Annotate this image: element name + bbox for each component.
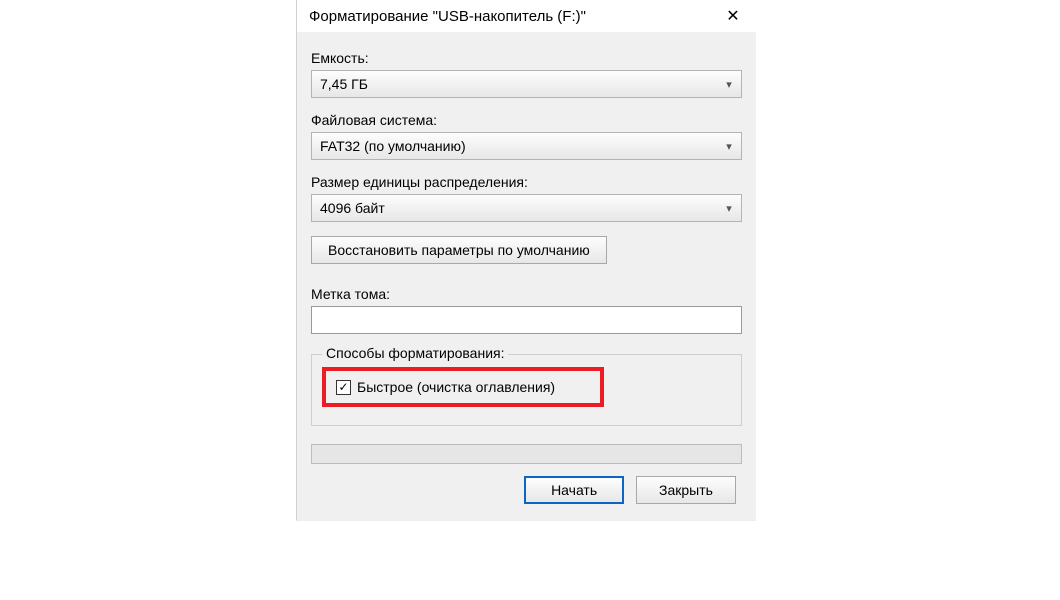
capacity-dropdown[interactable]: 7,45 ГБ ▾ [311, 70, 742, 98]
dialog-title: Форматирование "USB-накопитель (F:)" [309, 8, 710, 25]
allocation-dropdown[interactable]: 4096 байт ▾ [311, 194, 742, 222]
allocation-label: Размер единицы распределения: [311, 174, 742, 190]
capacity-value: 7,45 ГБ [312, 76, 717, 92]
close-icon[interactable]: ✕ [710, 0, 756, 32]
format-options-legend: Способы форматирования: [322, 345, 508, 361]
filesystem-dropdown[interactable]: FAT32 (по умолчанию) ▾ [311, 132, 742, 160]
capacity-label: Емкость: [311, 50, 742, 66]
restore-defaults-button[interactable]: Восстановить параметры по умолчанию [311, 236, 607, 264]
quick-format-label: Быстрое (очистка оглавления) [357, 379, 555, 395]
filesystem-label: Файловая система: [311, 112, 742, 128]
format-dialog: Форматирование "USB-накопитель (F:)" ✕ Е… [296, 0, 756, 521]
volume-label-input[interactable] [311, 306, 742, 334]
close-button[interactable]: Закрыть [636, 476, 736, 504]
chevron-down-icon: ▾ [717, 140, 741, 153]
filesystem-value: FAT32 (по умолчанию) [312, 138, 717, 154]
format-options-group: Способы форматирования: ✓ Быстрое (очист… [311, 354, 742, 426]
highlight-box: ✓ Быстрое (очистка оглавления) [322, 367, 604, 407]
titlebar: Форматирование "USB-накопитель (F:)" ✕ [297, 0, 756, 32]
chevron-down-icon: ▾ [717, 78, 741, 91]
volume-label-label: Метка тома: [311, 286, 742, 302]
progress-bar [311, 444, 742, 464]
quick-format-checkbox[interactable]: ✓ [336, 380, 351, 395]
start-button[interactable]: Начать [524, 476, 624, 504]
chevron-down-icon: ▾ [717, 202, 741, 215]
dialog-content: Емкость: 7,45 ГБ ▾ Файловая система: FAT… [297, 32, 756, 510]
allocation-value: 4096 байт [312, 200, 717, 216]
